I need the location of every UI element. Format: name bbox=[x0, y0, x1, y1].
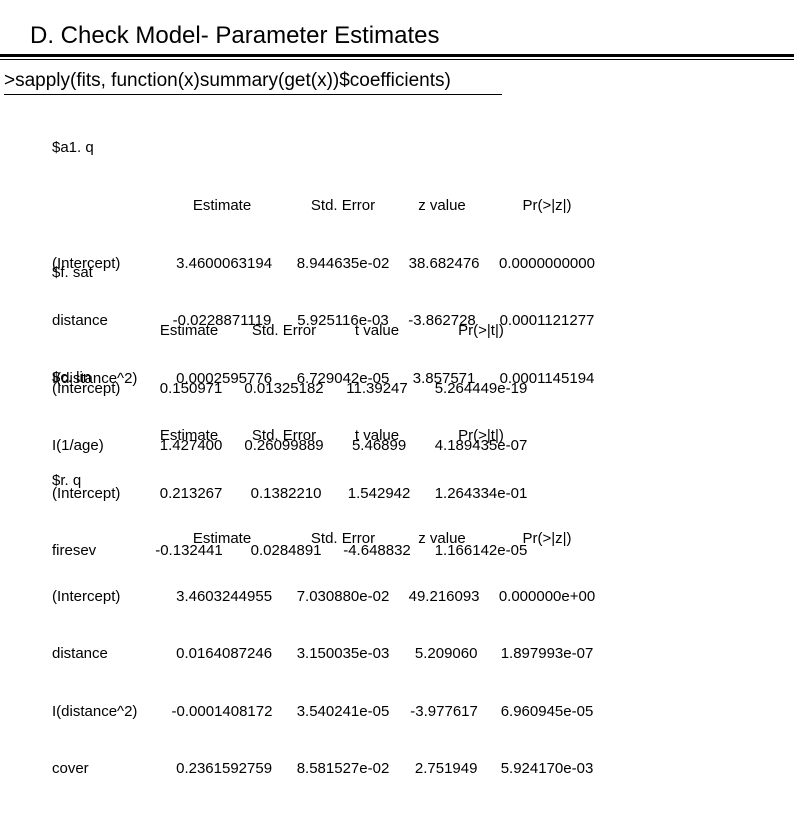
pvalue: 0.000000e+00 bbox=[482, 587, 612, 606]
term: distance bbox=[52, 644, 160, 663]
zvalue: -3.977617 bbox=[402, 702, 482, 721]
slide: D. Check Model- Parameter Estimates >sap… bbox=[0, 0, 794, 595]
group-name: $r. q bbox=[52, 471, 612, 490]
group-rq: $r. q EstimateStd. Errorz valuePr(>|z|) … bbox=[52, 433, 612, 817]
stderror: 8.581527e-02 bbox=[284, 759, 402, 778]
pvalue: 5.924170e-03 bbox=[482, 759, 612, 778]
stderror: 7.030880e-02 bbox=[284, 587, 402, 606]
col-estimate: Estimate bbox=[160, 529, 284, 548]
col-estimate: Estimate bbox=[160, 196, 284, 215]
stderror: 3.540241e-05 bbox=[284, 702, 402, 721]
table-header: EstimateStd. Errorz valuePr(>|z|) bbox=[52, 196, 612, 215]
slide-title: D. Check Model- Parameter Estimates bbox=[30, 22, 794, 50]
estimate: 3.4603244955 bbox=[160, 587, 284, 606]
estimate: -0.0001408172 bbox=[160, 702, 284, 721]
stderror: 3.150035e-03 bbox=[284, 644, 402, 663]
title-rule-thin bbox=[0, 59, 794, 60]
term: I(distance^2) bbox=[52, 702, 160, 721]
col-zvalue: z value bbox=[402, 529, 482, 548]
term: cover bbox=[52, 759, 160, 778]
col-pvalue: Pr(>|z|) bbox=[482, 196, 612, 215]
table-row: I(distance^2)-0.00014081723.540241e-05 -… bbox=[52, 702, 612, 721]
table-header: EstimateStd. Errorz valuePr(>|z|) bbox=[52, 529, 612, 548]
estimate: 0.2361592759 bbox=[160, 759, 284, 778]
col-stderror: Std. Error bbox=[284, 529, 402, 548]
code-line: >sapply(fits, function(x)summary(get(x))… bbox=[4, 70, 451, 92]
zvalue: 5.209060 bbox=[402, 644, 482, 663]
table-row: (Intercept) 3.46032449557.030880e-02 49.… bbox=[52, 587, 612, 606]
estimate: 0.0164087246 bbox=[160, 644, 284, 663]
pvalue: 6.960945e-05 bbox=[482, 702, 612, 721]
title-rule-thick bbox=[0, 54, 794, 57]
term: (Intercept) bbox=[52, 587, 160, 606]
col-pvalue: Pr(>|z|) bbox=[482, 529, 612, 548]
group-name: $f. sat bbox=[52, 263, 544, 282]
table-row: cover 0.23615927598.581527e-02 2.7519495… bbox=[52, 759, 612, 778]
zvalue: 49.216093 bbox=[402, 587, 482, 606]
col-stderror: Std. Error bbox=[284, 196, 402, 215]
zvalue: 2.751949 bbox=[402, 759, 482, 778]
code-underline bbox=[4, 94, 502, 95]
col-zvalue: z value bbox=[402, 196, 482, 215]
pvalue: 1.897993e-07 bbox=[482, 644, 612, 663]
group-name: $a1. q bbox=[52, 138, 612, 157]
table-row: distance 0.01640872463.150035e-03 5.2090… bbox=[52, 644, 612, 663]
group-name: $c. lin bbox=[52, 368, 544, 387]
